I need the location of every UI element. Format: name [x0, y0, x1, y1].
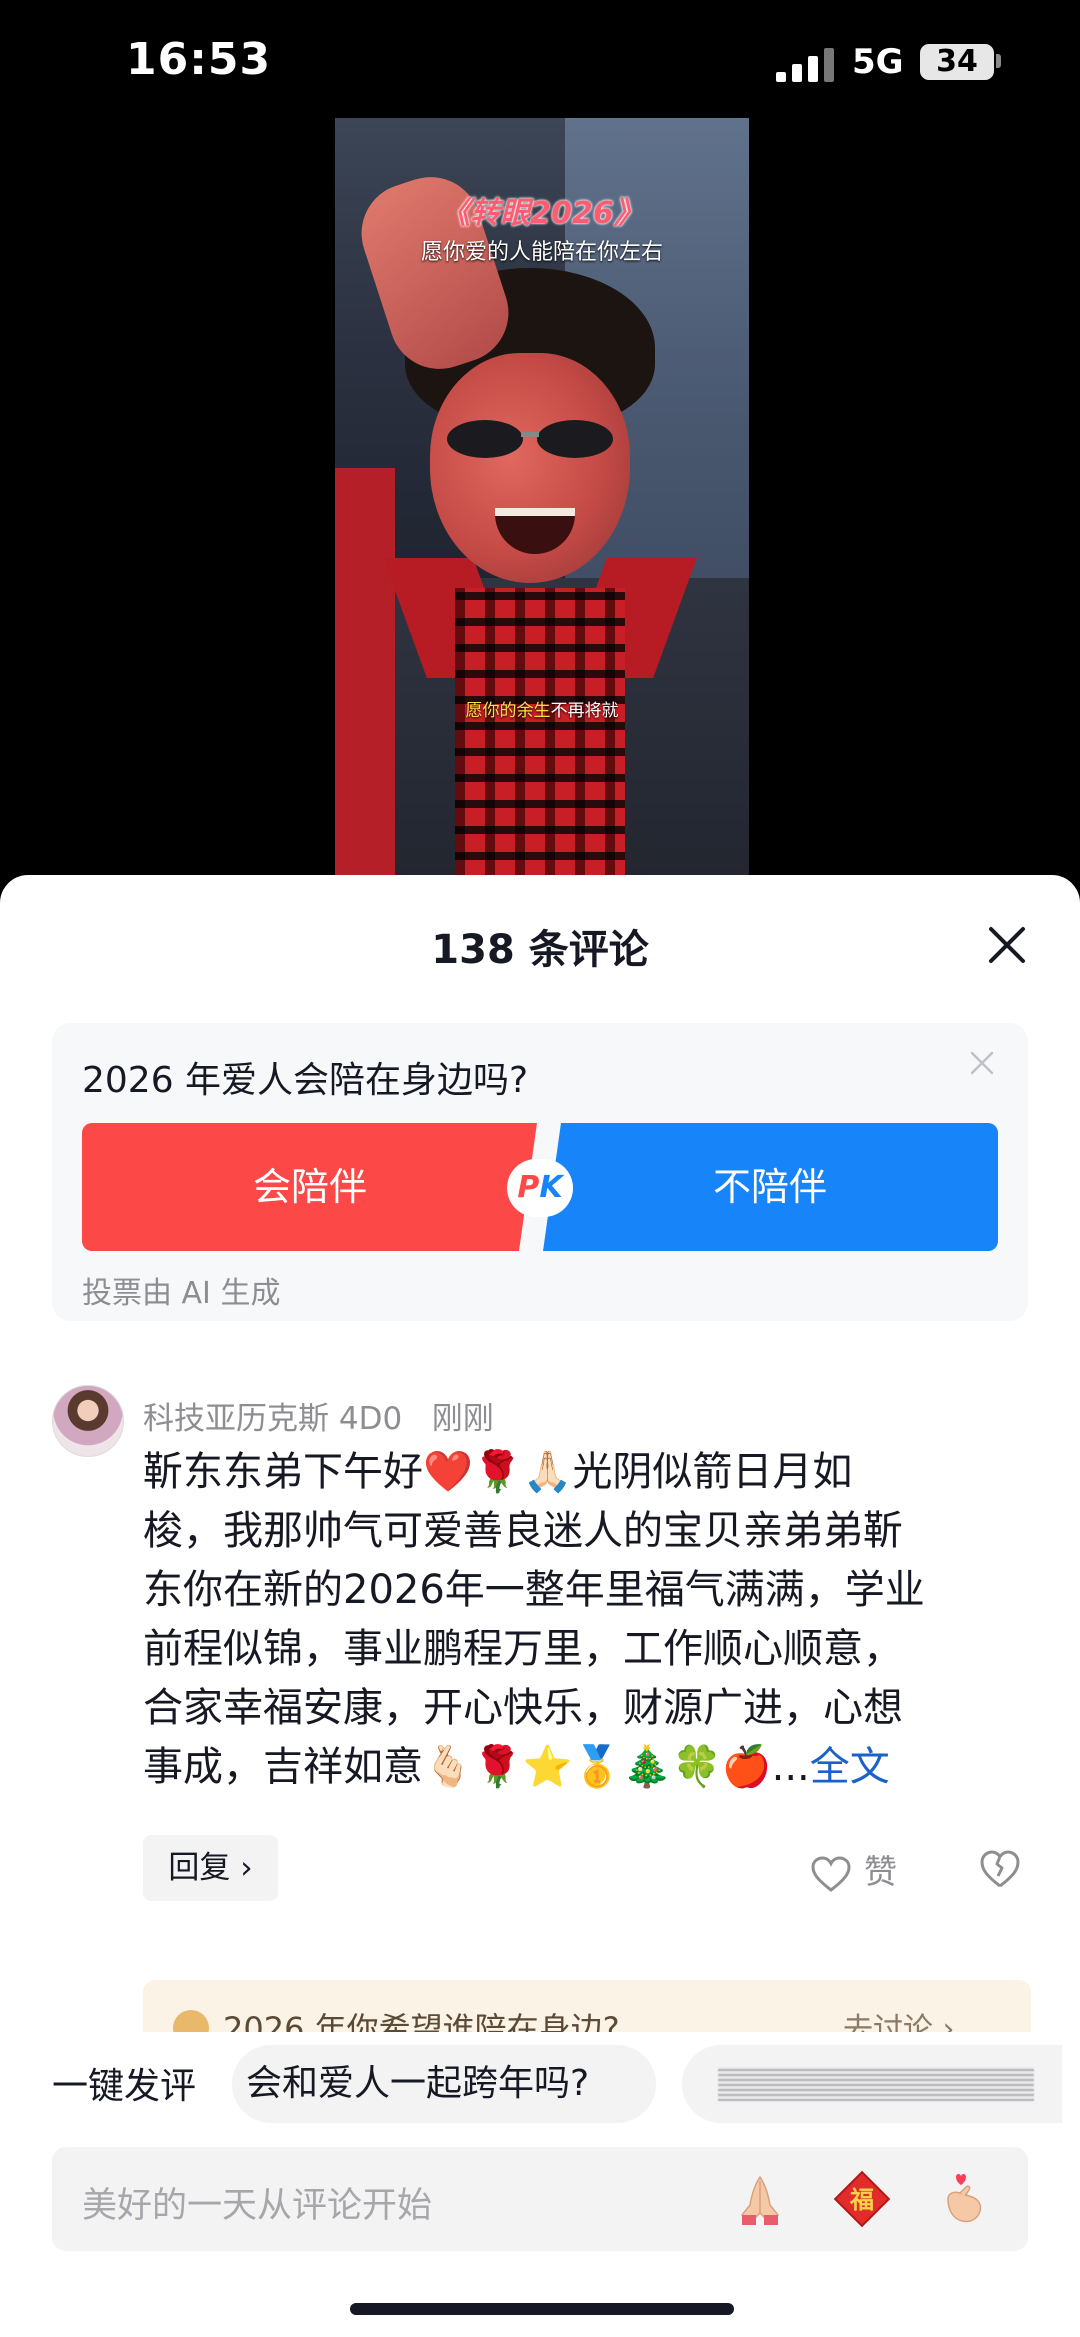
reply-button[interactable]: 回复 ›	[143, 1835, 278, 1901]
pk-badge-p: P	[517, 1170, 540, 1205]
vote-option-a-button[interactable]: 会陪伴	[82, 1123, 538, 1251]
poll-question: 2026 年爱人会陪在身边吗?	[82, 1060, 529, 1101]
like-label: 赞	[864, 1852, 897, 1891]
pk-badge: PK	[507, 1159, 573, 1217]
home-indicator[interactable]	[350, 2303, 734, 2315]
video-figure-shirt	[455, 588, 625, 878]
heart-icon	[811, 1855, 851, 1892]
battery-icon: 34	[920, 44, 994, 80]
pray-emoji-icon[interactable]	[730, 2169, 790, 2229]
reply-label: 回复	[168, 1850, 231, 1886]
topic-discuss-link[interactable]: 去讨论 ›	[843, 2004, 955, 2032]
comment-line-last: 事成，吉祥如意🫰🏻🌹⭐🥇🎄🍀🍎...全文	[143, 1738, 1023, 1797]
topic-icon	[173, 2010, 209, 2032]
comment-line: 梭，我那帅气可爱善良迷人的宝贝亲弟弟靳	[143, 1508, 903, 1554]
comments-sheet: 138 条评论 2026 年爱人会陪在身边吗? 会陪伴 不陪伴 PK 投票由 A…	[0, 875, 1080, 2337]
signal-icon	[776, 48, 834, 82]
battery-tip	[996, 54, 1001, 68]
video-caption-rest: 不再将就	[550, 701, 619, 721]
chevron-right-icon: ›	[240, 1850, 253, 1886]
finger-heart-emoji-icon[interactable]	[934, 2169, 994, 2229]
comments-count-title: 138 条评论	[431, 927, 649, 973]
comment-time: 刚刚	[431, 1401, 494, 1437]
related-topic-background: 2026 年你希望谁陪在身边? 去讨论 ›	[143, 1980, 1031, 2032]
quick-comment-chip-blurred[interactable]	[682, 2045, 1062, 2123]
quick-comment-label: 一键发评	[52, 2066, 197, 2107]
comment-input-placeholder: 美好的一天从评论开始	[82, 2186, 433, 2226]
close-icon[interactable]	[985, 923, 1029, 967]
quick-comment-chip[interactable]: 会和爱人一起跨年吗?	[232, 2045, 656, 2123]
poll-ai-note: 投票由 AI 生成	[82, 1276, 281, 1311]
quick-comment-row: 一键发评 会和爱人一起跨年吗?	[0, 2035, 1080, 2135]
poll-card: 2026 年爱人会陪在身边吗? 会陪伴 不陪伴 PK 投票由 AI 生成	[52, 1023, 1028, 1321]
comment-input[interactable]: 美好的一天从评论开始 福	[52, 2147, 1028, 2251]
poll-dismiss-icon[interactable]	[968, 1049, 996, 1077]
pk-badge-k: K	[539, 1170, 563, 1205]
network-type: 5G	[852, 42, 904, 82]
fu-blessing-icon[interactable]: 福	[832, 2169, 892, 2229]
topic-text: 2026 年你希望谁陪在身边?	[223, 2010, 620, 2032]
comment-line: 前程似锦，事业鹏程万里，工作顺心顺意，	[143, 1626, 903, 1672]
comment-line: 靳东东弟下午好❤️🌹🙏🏻光阴似箭日月如	[143, 1449, 853, 1495]
video-title: 《转眼2026》	[440, 196, 644, 231]
comment-meta: 科技亚历克斯 4D0 刚刚	[143, 1393, 494, 1438]
avatar[interactable]	[52, 1385, 124, 1457]
expand-full-text-link[interactable]: 全文	[810, 1744, 890, 1790]
broken-heart-icon[interactable]	[978, 1847, 1022, 1891]
video-caption-highlight: 愿你的余生	[465, 701, 551, 721]
video-player[interactable]: 《转眼2026》 愿你爱的人能陪在你左右 愿你的余生不再将就	[335, 118, 749, 878]
video-subtitle: 愿你爱的人能陪在你左右	[420, 240, 663, 265]
video-caption: 愿你的余生不再将就	[335, 696, 749, 721]
related-topic-card[interactable]: 2026 年你希望谁陪在身边? 去讨论 ›	[143, 1980, 1031, 2032]
status-bar: 16:53 5G 34	[0, 0, 1080, 130]
video-figure-edge	[335, 468, 395, 878]
comment-line: 东你在新的2026年一整年里福气满满，学业	[143, 1567, 925, 1613]
comment-line: 合家幸福安康，开心快乐，财源广进，心想	[143, 1685, 903, 1731]
blurred-text	[718, 2067, 1034, 2101]
comment-line: 事成，吉祥如意🫰🏻🌹⭐🥇🎄🍀🍎...	[143, 1744, 810, 1790]
like-button[interactable]: 赞	[810, 1845, 897, 1892]
sunglasses-shape	[447, 420, 613, 458]
vote-option-b-button[interactable]: 不陪伴	[542, 1123, 998, 1251]
comment-text: 靳东东弟下午好❤️🌹🙏🏻光阴似箭日月如 梭，我那帅气可爱善良迷人的宝贝亲弟弟靳 …	[143, 1443, 1023, 1797]
fu-character: 福	[849, 2186, 874, 2214]
status-time: 16:53	[126, 34, 272, 85]
comment-username[interactable]: 科技亚历克斯 4D0	[143, 1401, 402, 1437]
